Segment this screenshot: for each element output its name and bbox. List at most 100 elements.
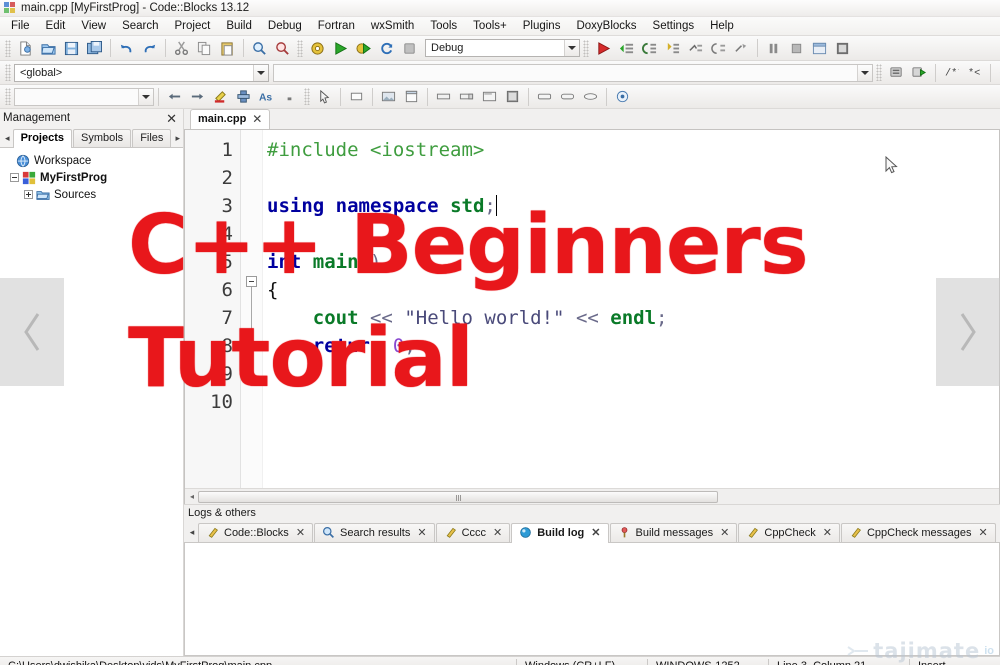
code-line[interactable]: [267, 360, 999, 388]
code-line[interactable]: using namespace std;: [267, 192, 999, 220]
logs-tab-bar[interactable]: ◂ Code::Blocks ✕ Search results ✕ Cccc ✕…: [184, 521, 1000, 543]
next-video-button[interactable]: [936, 278, 1000, 386]
project-tree[interactable]: Workspace MyFirstProg Sources: [0, 148, 183, 656]
menu-item-wxsmith[interactable]: wxSmith: [363, 18, 422, 34]
log-tab-codeblocks[interactable]: Code::Blocks ✕: [198, 523, 314, 542]
radio-icon[interactable]: [612, 86, 633, 107]
code-line[interactable]: [267, 220, 999, 248]
log-tab-build-log[interactable]: Build log ✕: [511, 523, 609, 543]
logs-content[interactable]: [184, 543, 1000, 656]
abort-icon[interactable]: [399, 38, 420, 59]
build-and-run-icon[interactable]: [353, 38, 374, 59]
menu-item-settings[interactable]: Settings: [645, 18, 703, 34]
menu-item-build[interactable]: Build: [218, 18, 260, 34]
forward-icon[interactable]: [187, 86, 208, 107]
format-icon[interactable]: As: [256, 86, 277, 107]
tree-node-sources[interactable]: Sources: [4, 186, 183, 203]
highlight-icon[interactable]: [210, 86, 231, 107]
replace-icon[interactable]: [272, 38, 293, 59]
menu-item-view[interactable]: View: [73, 18, 114, 34]
code-area[interactable]: 1 2 3 4 5 6 7 8 9 10 #include <iostream>…: [185, 130, 999, 488]
menu-item-doxyblocks[interactable]: DoxyBlocks: [568, 18, 644, 34]
menu-item-tools[interactable]: Tools: [422, 18, 465, 34]
insert-icon[interactable]: [233, 86, 254, 107]
menu-item-plugins[interactable]: Plugins: [515, 18, 569, 34]
menu-item-tools-plus[interactable]: Tools+: [465, 18, 515, 34]
listbox-icon[interactable]: [479, 86, 500, 107]
toolbar-grip[interactable]: [876, 64, 882, 81]
redo-icon[interactable]: [139, 38, 160, 59]
close-icon[interactable]: ✕: [493, 526, 502, 539]
menu-item-file[interactable]: File: [3, 18, 38, 34]
management-tabs[interactable]: ◂ Projects Symbols Files ▸: [0, 127, 183, 148]
step-instruction-icon[interactable]: [708, 38, 729, 59]
undo-icon[interactable]: [116, 38, 137, 59]
log-tab-search-results[interactable]: Search results ✕: [314, 523, 435, 542]
open-file-icon[interactable]: [38, 38, 59, 59]
close-icon[interactable]: ✕: [979, 526, 988, 539]
code-line[interactable]: return 0;: [267, 332, 999, 360]
run-icon[interactable]: [330, 38, 351, 59]
fold-toggle-icon[interactable]: [246, 276, 257, 287]
log-tab-cppcheck-messages[interactable]: CppCheck messages ✕: [840, 523, 996, 542]
toolbar-grip[interactable]: [583, 39, 589, 57]
scrollbar-thumb[interactable]: [198, 490, 718, 503]
close-icon[interactable]: ✕: [823, 526, 832, 539]
chevron-down-icon[interactable]: [857, 64, 872, 81]
richtext-icon[interactable]: [502, 86, 523, 107]
comment-line-icon[interactable]: *<: [964, 62, 985, 83]
dot-icon[interactable]: [279, 86, 300, 107]
menu-item-debug[interactable]: Debug: [260, 18, 310, 34]
save-icon[interactable]: [61, 38, 82, 59]
doxyblocks-run-icon[interactable]: [909, 62, 930, 83]
paste-icon[interactable]: [217, 38, 238, 59]
chevron-down-icon[interactable]: [564, 40, 579, 56]
tab-symbols[interactable]: Symbols: [73, 129, 132, 147]
next-instruction-icon[interactable]: [639, 38, 660, 59]
menu-item-edit[interactable]: Edit: [38, 18, 74, 34]
tab-files[interactable]: Files: [132, 129, 172, 147]
panel-icon[interactable]: [346, 86, 367, 107]
code-line[interactable]: [267, 164, 999, 192]
fold-margin[interactable]: [241, 130, 263, 488]
editor-tab-main-cpp[interactable]: main.cpp ✕: [190, 109, 271, 129]
back-icon[interactable]: [164, 86, 185, 107]
quick-search-combo[interactable]: [14, 87, 154, 106]
tabs-prev-icon[interactable]: ◂: [186, 522, 198, 542]
menu-item-fortran[interactable]: Fortran: [310, 18, 363, 34]
next-line-icon[interactable]: [616, 38, 637, 59]
toolbar-grip[interactable]: [304, 88, 310, 105]
menu-item-project[interactable]: Project: [167, 18, 219, 34]
toolbar-grip[interactable]: [297, 39, 303, 57]
menu-item-search[interactable]: Search: [114, 18, 166, 34]
dialog-icon[interactable]: [401, 86, 422, 107]
combobox-icon[interactable]: [456, 86, 477, 107]
scroll-left-icon[interactable]: ◂: [186, 492, 198, 501]
toolbar-grip[interactable]: [5, 39, 11, 57]
toolbar-grip[interactable]: [5, 88, 11, 105]
build-icon[interactable]: [307, 38, 328, 59]
rebuild-icon[interactable]: [376, 38, 397, 59]
various-info-icon[interactable]: [832, 38, 853, 59]
code-text[interactable]: #include <iostream> using namespace std;…: [263, 130, 999, 488]
find-icon[interactable]: [249, 38, 270, 59]
editor-horizontal-scrollbar[interactable]: ◂: [185, 488, 999, 504]
pointer-icon[interactable]: [314, 86, 335, 107]
close-icon[interactable]: ✕: [252, 112, 262, 126]
close-icon[interactable]: ✕: [166, 112, 177, 125]
code-line[interactable]: {: [267, 276, 999, 304]
cut-icon[interactable]: [171, 38, 192, 59]
code-line[interactable]: #include <iostream>: [267, 136, 999, 164]
collapse-toggle-icon[interactable]: [10, 173, 19, 182]
code-line[interactable]: [267, 388, 999, 416]
button-icon[interactable]: [534, 86, 555, 107]
debugging-windows-icon[interactable]: [809, 38, 830, 59]
build-target-combo[interactable]: Debug: [425, 39, 580, 57]
editor-tab-bar[interactable]: main.cpp ✕: [184, 109, 1000, 129]
toolbar-grip[interactable]: [5, 64, 11, 81]
tree-node-workspace[interactable]: Workspace: [4, 152, 183, 169]
scope-combo[interactable]: <global>: [14, 63, 269, 82]
chevron-down-icon[interactable]: [253, 64, 268, 81]
tabs-prev-icon[interactable]: ◂: [2, 129, 13, 147]
menu-bar[interactable]: File Edit View Search Project Build Debu…: [0, 17, 1000, 36]
